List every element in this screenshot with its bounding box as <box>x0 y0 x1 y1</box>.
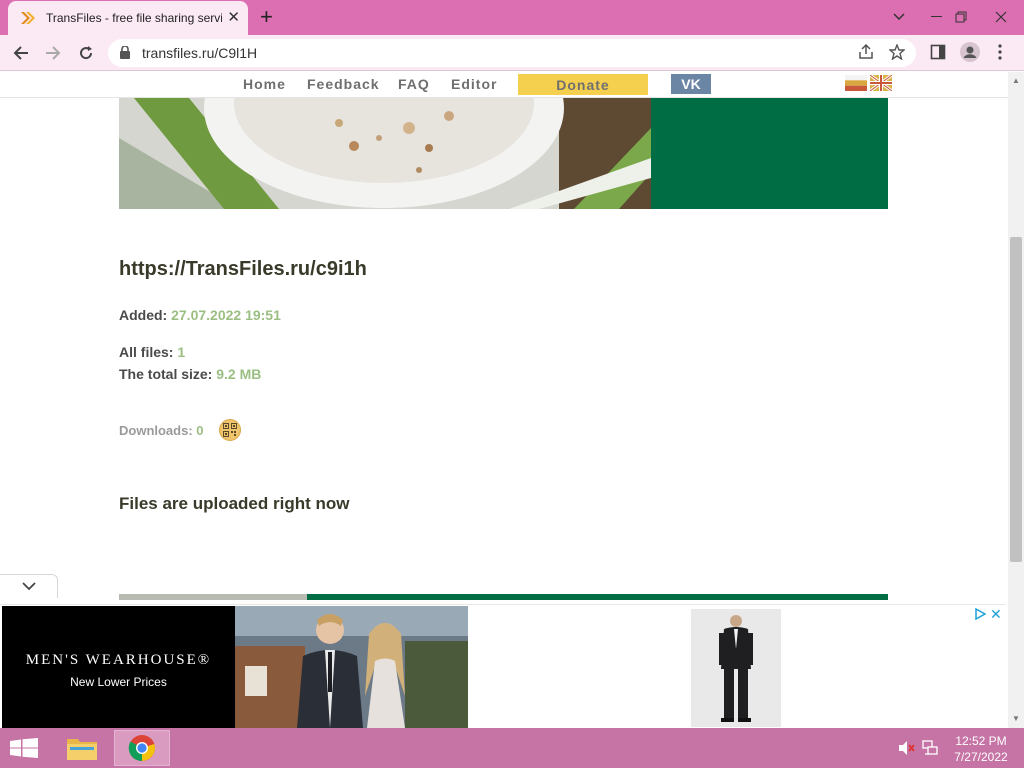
share-icon[interactable] <box>858 43 874 65</box>
scroll-down-icon[interactable]: ▼ <box>1012 714 1020 723</box>
transfiles-favicon-icon <box>21 12 35 24</box>
ad-brand-panel[interactable]: MEN'S WEARHOUSE® New Lower Prices <box>2 606 235 728</box>
added-value: 27.07.2022 19:51 <box>171 307 281 323</box>
restore-icon[interactable] <box>944 0 978 34</box>
menu-kebab-icon[interactable] <box>998 44 1002 65</box>
nav-feedback-link[interactable]: Feedback <box>307 76 380 92</box>
banner-photo <box>119 98 651 209</box>
tab-close-icon[interactable]: ✕ <box>227 10 240 26</box>
address-bar[interactable]: transfiles.ru/C9l1H <box>108 39 916 67</box>
banner-green-panel <box>651 98 888 209</box>
scroll-up-icon[interactable]: ▲ <box>1012 76 1020 85</box>
russian-flag-icon[interactable] <box>845 75 867 91</box>
all-files-label: All files: <box>119 344 174 360</box>
ad-brand-name: MEN'S WEARHOUSE® <box>25 652 212 668</box>
vk-button[interactable]: VK <box>671 74 711 94</box>
all-files-info: All files: 1 <box>119 344 185 360</box>
downloads-info: Downloads: 0 <box>119 423 204 438</box>
new-tab-icon[interactable]: + <box>260 6 273 28</box>
added-info: Added: 27.07.2022 19:51 <box>119 307 281 323</box>
added-label: Added: <box>119 307 168 323</box>
footer-banner-strip <box>119 594 888 600</box>
chrome-taskbar-button[interactable] <box>114 730 170 766</box>
page-content: Home Feedback FAQ Editor Donate VK https… <box>0 72 1008 728</box>
advertisement[interactable]: MEN'S WEARHOUSE® New Lower Prices ✕ <box>0 604 1006 728</box>
total-size-info: The total size: 9.2 MB <box>119 366 261 382</box>
nav-editor-link[interactable]: Editor <box>451 76 497 92</box>
ad-close-icon[interactable]: ✕ <box>990 606 1002 623</box>
forward-icon[interactable] <box>40 41 66 65</box>
clock-date: 7/27/2022 <box>954 750 1008 764</box>
network-icon[interactable] <box>922 740 938 756</box>
total-size-value: 9.2 MB <box>216 366 262 382</box>
ad-suit-photo[interactable] <box>691 609 781 727</box>
ad-tagline: New Lower Prices <box>70 675 167 689</box>
back-icon[interactable] <box>8 41 34 65</box>
chevron-down-icon <box>21 582 36 591</box>
side-panel-icon[interactable] <box>930 44 946 65</box>
windows-start-icon[interactable] <box>10 738 38 758</box>
clock-time: 12:52 PM <box>955 734 1007 748</box>
ad-couple-photo[interactable] <box>235 606 468 728</box>
adchoices-icon[interactable] <box>974 607 987 623</box>
file-explorer-taskbar-button[interactable] <box>54 730 110 766</box>
browser-toolbar: transfiles.ru/C9l1H <box>0 35 1024 71</box>
tab-title: TransFiles - free file sharing servi <box>46 11 222 25</box>
page-scrollbar[interactable]: ▲ ▼ <box>1008 72 1024 728</box>
reload-icon[interactable] <box>73 41 99 65</box>
downloads-label: Downloads: <box>119 423 193 438</box>
nav-faq-link[interactable]: FAQ <box>398 76 430 92</box>
browser-tab[interactable]: TransFiles - free file sharing servi ✕ <box>8 1 248 35</box>
browser-titlebar: TransFiles - free file sharing servi ✕ + <box>0 0 1024 35</box>
qr-code-button[interactable] <box>219 419 241 441</box>
donate-button[interactable]: Donate <box>518 74 648 95</box>
header-banner <box>119 98 888 209</box>
share-link[interactable]: https://TransFiles.ru/c9i1h <box>119 258 367 281</box>
site-navigation: Home Feedback FAQ Editor Donate VK <box>0 72 1008 98</box>
all-files-value: 1 <box>177 344 186 360</box>
tab-search-icon[interactable] <box>882 0 916 34</box>
bookmark-star-icon[interactable] <box>888 43 906 65</box>
scrollbar-thumb[interactable] <box>1010 237 1022 562</box>
folder-icon <box>67 739 97 760</box>
taskbar-clock[interactable]: 12:52 PM 7/27/2022 <box>948 733 1014 765</box>
chrome-icon <box>128 735 155 762</box>
nav-home-link[interactable]: Home <box>243 76 286 92</box>
uk-flag-icon[interactable] <box>870 75 892 91</box>
upload-status: Files are uploaded right now <box>119 494 350 513</box>
profile-avatar-icon[interactable] <box>960 42 980 67</box>
url-text: transfiles.ru/C9l1H <box>142 45 258 61</box>
volume-muted-icon[interactable] <box>898 740 916 756</box>
ad-collapse-button[interactable] <box>0 574 58 598</box>
windows-taskbar: 12:52 PM 7/27/2022 <box>0 728 1024 768</box>
total-size-label: The total size: <box>119 366 213 382</box>
downloads-value: 0 <box>196 423 204 438</box>
window-close-icon[interactable] <box>984 0 1018 34</box>
qr-code-icon <box>223 423 237 437</box>
lock-icon <box>120 46 130 59</box>
